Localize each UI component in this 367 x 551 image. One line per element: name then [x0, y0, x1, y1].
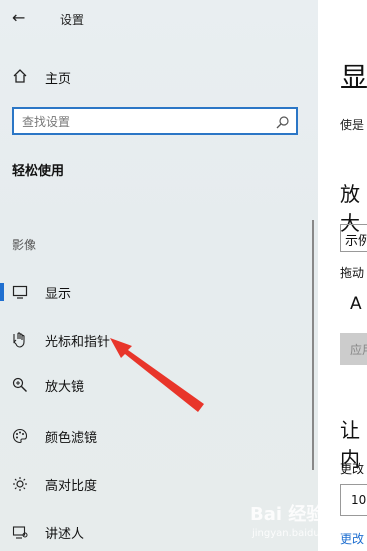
main-pane: 显 使是 放大 示例 拖动 A 应用 让内 更改 100 更改: [318, 0, 367, 551]
sidebar-item-label: 颜色滤镜: [45, 431, 98, 446]
preview-select[interactable]: 示例: [340, 224, 367, 252]
nav-home-label: 主页: [45, 72, 72, 87]
scale-combo-value: 100: [351, 493, 367, 507]
watermark-url: jingyan.baidu.com: [252, 528, 345, 539]
settings-sidebar: ← 设置 主页 轻松使用 影像 显示 光标和指针 放大镜: [0, 0, 318, 551]
palette-icon: [10, 426, 30, 446]
apply-button-label: 应用: [350, 343, 367, 357]
page-subtitle: 使是: [340, 118, 365, 132]
sidebar-item-label: 高对比度: [45, 479, 98, 494]
narrator-icon: [10, 522, 30, 542]
pointer-hand-icon: [10, 330, 30, 350]
sidebar-item-label: 放大镜: [45, 380, 85, 395]
search-icon[interactable]: [276, 114, 290, 133]
home-icon: [10, 66, 30, 86]
sidebar-item-cursor-pointer[interactable]: 光标和指针: [0, 322, 318, 358]
nav-home[interactable]: 主页: [0, 60, 318, 92]
section-title: 轻松使用: [12, 164, 65, 179]
brightness-icon: [10, 474, 30, 494]
apply-button[interactable]: 应用: [340, 333, 367, 365]
active-indicator: [0, 283, 4, 301]
scale-combo[interactable]: 100: [340, 484, 367, 516]
title-bar: ← 设置: [0, 0, 318, 38]
text-size-sample: A: [350, 294, 362, 314]
watermark-brand: Bai 经验: [250, 504, 325, 525]
preview-select-value: 示例: [345, 234, 367, 249]
drag-label: 拖动: [340, 266, 365, 280]
back-arrow-icon[interactable]: ←: [12, 8, 25, 27]
sidebar-item-high-contrast[interactable]: 高对比度: [0, 466, 318, 502]
sidebar-item-magnifier[interactable]: 放大镜: [0, 367, 318, 403]
scrollbar[interactable]: [312, 220, 314, 470]
sidebar-item-label: 光标和指针: [45, 335, 111, 350]
sidebar-item-display[interactable]: 显示: [0, 274, 318, 310]
search-input[interactable]: [20, 112, 274, 132]
sidebar-item-color-filters[interactable]: 颜色滤镜: [0, 418, 318, 454]
page-title: 显: [340, 61, 367, 94]
sidebar-item-label: 讲述人: [45, 527, 85, 542]
window-title: 设置: [60, 13, 85, 27]
sidebar-item-label: 显示: [45, 287, 72, 302]
magnifier-icon: [10, 375, 30, 395]
monitor-icon: [10, 282, 30, 302]
group-title: 影像: [12, 238, 37, 252]
change-label: 更改: [340, 462, 365, 476]
search-box[interactable]: [12, 107, 298, 135]
